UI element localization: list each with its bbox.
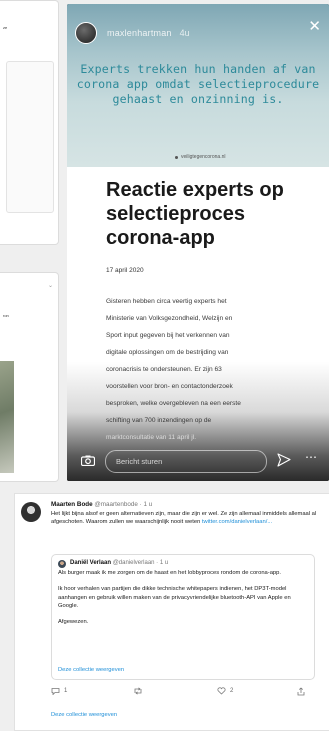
heart-icon bbox=[217, 687, 226, 695]
quoted-tweet[interactable]: Daniël Verlaan @danielverlaan · 1 u Als … bbox=[51, 554, 315, 680]
body-line: Sport input gegeven bij het verkennen va… bbox=[106, 332, 230, 339]
article-title: Reactie experts op selectieproces corona… bbox=[106, 179, 284, 249]
card-photo bbox=[0, 361, 14, 473]
avatar[interactable] bbox=[21, 502, 41, 522]
tweet-author-handle: @maartenbode · 1 u bbox=[94, 501, 153, 508]
retweet-button[interactable] bbox=[133, 687, 147, 695]
reply-count: 1 bbox=[64, 688, 68, 694]
lock-icon bbox=[175, 155, 178, 159]
camera-icon[interactable] bbox=[81, 455, 95, 466]
story-headline: Experts trekken hun handen af van corona… bbox=[76, 62, 320, 106]
reply-icon bbox=[51, 688, 60, 695]
quote-paragraph: Als burger maak ik me zorgen om de haast… bbox=[58, 570, 281, 576]
story-footer: Bericht sturen ⋯ bbox=[67, 446, 329, 481]
close-icon[interactable]: ✕ bbox=[308, 19, 321, 34]
body-line: Ministerie van Volksgezondheid, Welzijn … bbox=[106, 315, 233, 322]
body-line: schifting van 700 inzendingen op de bbox=[106, 417, 212, 424]
body-line: besproken, welke overgebleven na een eer… bbox=[106, 400, 241, 407]
quote-paragraph: Afgewezen. bbox=[58, 619, 89, 626]
collection-link[interactable]: Deze collectie weergeven bbox=[51, 712, 117, 718]
card-snippet: ze bbox=[3, 25, 8, 30]
body-line: digitale oplossingen om de bestrijding v… bbox=[106, 349, 229, 356]
share-icon bbox=[297, 687, 305, 696]
quote-header: Daniël Verlaan @danielverlaan · 1 u bbox=[70, 560, 168, 566]
tweet-header: Maarten Bode @maartenbode · 1 u bbox=[51, 501, 152, 508]
card-snippet: ron bbox=[3, 313, 9, 318]
article-date: 17 april 2020 bbox=[106, 267, 144, 274]
article-body: Gisteren hebben circa veertig experts he… bbox=[106, 293, 316, 446]
tweet-link[interactable]: twitter.com/danielverlaan/... bbox=[202, 519, 272, 525]
story-age: 4u bbox=[179, 28, 190, 38]
reply-button[interactable]: 1 bbox=[51, 687, 67, 695]
avatar[interactable] bbox=[75, 22, 97, 44]
share-button[interactable] bbox=[297, 687, 309, 696]
like-button[interactable]: 2 bbox=[217, 687, 233, 695]
retweet-icon bbox=[134, 687, 142, 695]
story-header: maxlenhartman 4u bbox=[75, 22, 190, 44]
story-top-area: maxlenhartman 4u ✕ Experts trekken hun h… bbox=[67, 4, 329, 167]
more-icon[interactable]: ⋯ bbox=[305, 450, 318, 464]
tweet-body: Het lijkt bijna alsof er geen alternatie… bbox=[51, 511, 317, 526]
article-screenshot: veiligtegencorona.nl Reactie experts op … bbox=[67, 154, 329, 481]
instagram-story[interactable]: maxlenhartman 4u ✕ Experts trekken hun h… bbox=[67, 4, 329, 481]
quote-text: Als burger maak ik me zorgen om de haast… bbox=[58, 569, 308, 634]
quote-paragraph: Ik hoor verhalen van partijen die dikke … bbox=[58, 586, 291, 609]
body-line: voorstellen voor bron- en contactonderzo… bbox=[106, 383, 233, 390]
tweet-author-name[interactable]: Maarten Bode bbox=[51, 501, 93, 508]
article-source: veiligtegencorona.nl bbox=[175, 154, 225, 160]
tweet-text: Het lijkt bijna alsof er geen alternatie… bbox=[51, 510, 329, 527]
quote-author-handle: @danielverlaan · 1 u bbox=[112, 560, 169, 566]
background-card: ze bbox=[0, 0, 59, 245]
tweet-actions: 1 2 bbox=[51, 687, 313, 699]
avatar[interactable] bbox=[58, 560, 66, 568]
quote-collection-link[interactable]: Deze collectie weergeven bbox=[58, 667, 124, 673]
reply-input[interactable]: Bericht sturen bbox=[105, 450, 267, 473]
source-url: veiligtegencorona.nl bbox=[181, 154, 226, 160]
chevron-down-icon[interactable]: ⌄ bbox=[48, 282, 53, 289]
send-icon[interactable] bbox=[277, 453, 291, 467]
body-line: coronacrisis te ondersteunen. Er zijn 63 bbox=[106, 366, 222, 373]
story-username[interactable]: maxlenhartman bbox=[107, 28, 172, 38]
body-line: Gisteren hebben circa veertig experts he… bbox=[106, 298, 227, 305]
card-content-box bbox=[6, 61, 54, 213]
background-card: ⌄ ron bbox=[0, 272, 59, 482]
like-count: 2 bbox=[230, 688, 234, 694]
quote-author-name[interactable]: Daniël Verlaan bbox=[70, 560, 111, 566]
tweet-card[interactable]: Maarten Bode @maartenbode · 1 u Het lijk… bbox=[14, 493, 329, 731]
body-line: marktconsultatie van 11 april jl. bbox=[106, 434, 197, 441]
